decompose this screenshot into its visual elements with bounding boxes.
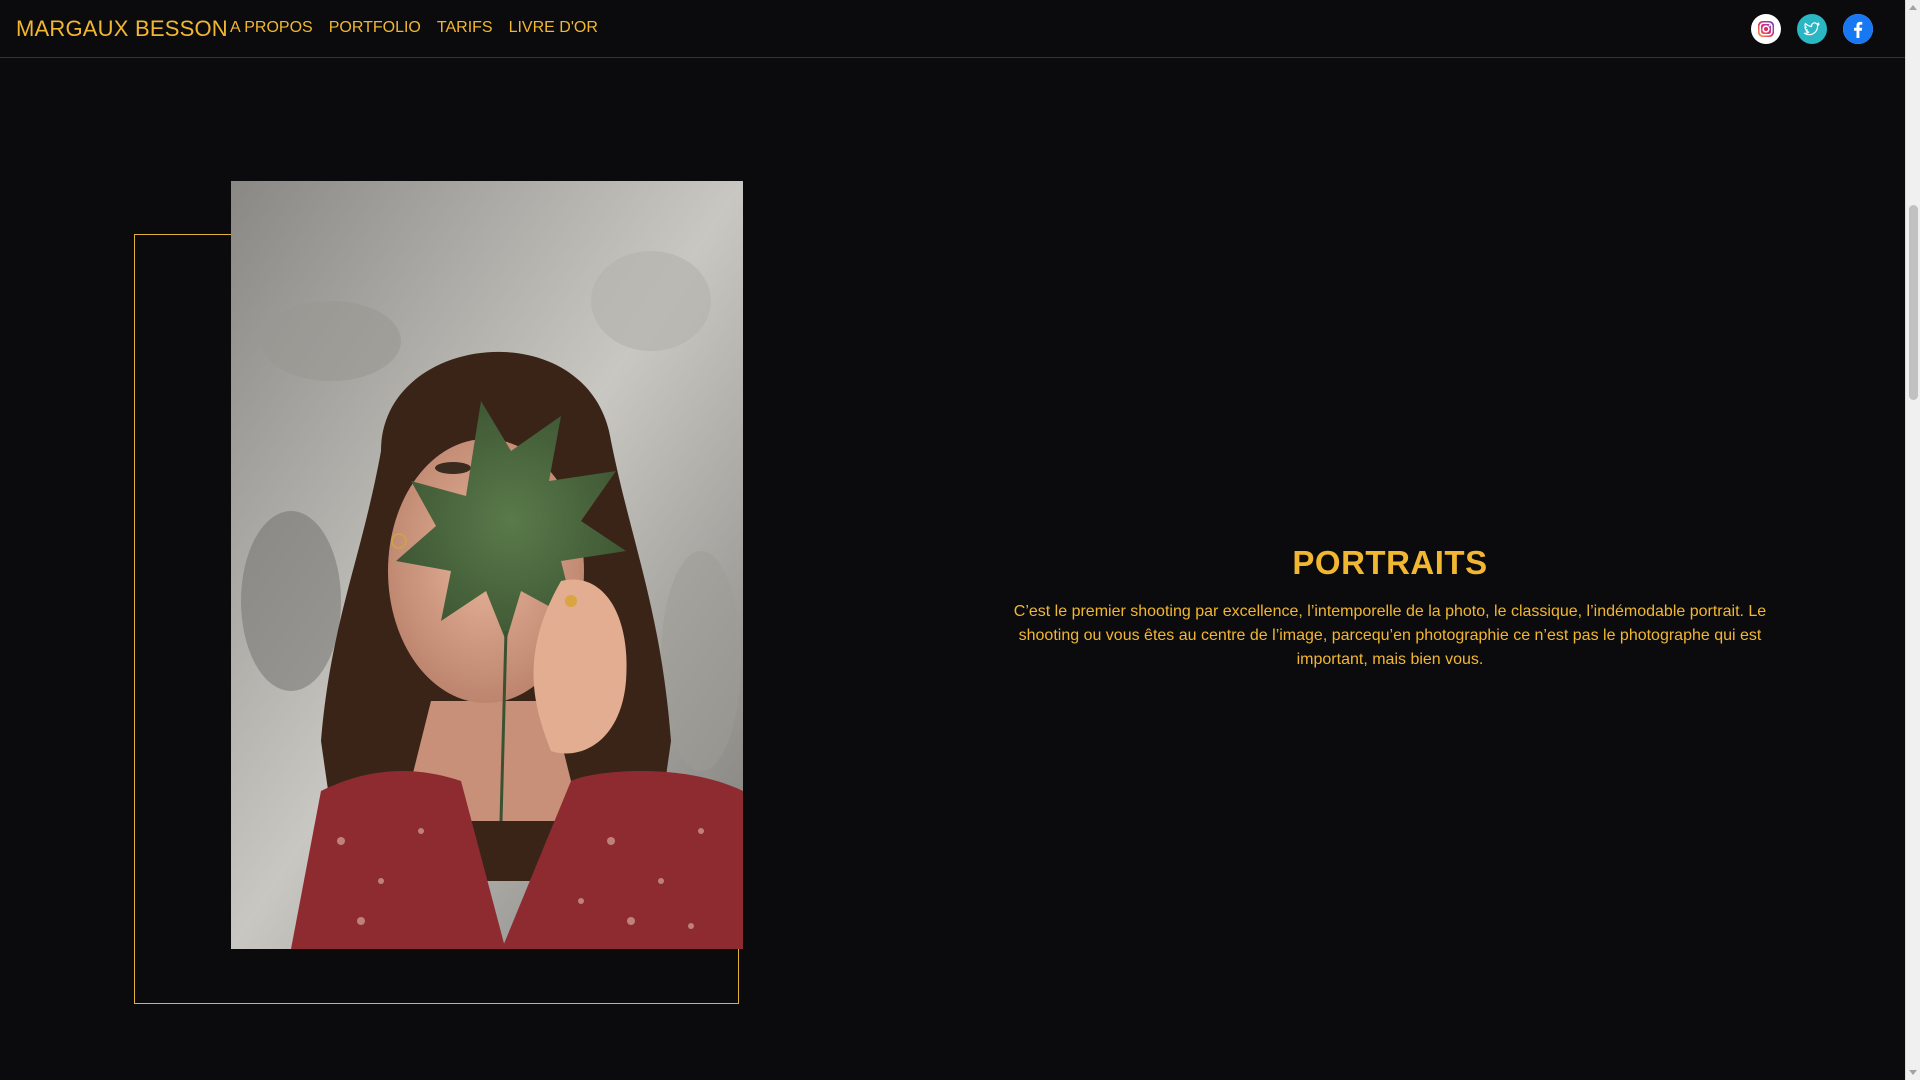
scroll-up-icon[interactable]	[1909, 5, 1917, 10]
scrollbar-thumb[interactable]	[1909, 205, 1918, 400]
main-nav: A PROPOS PORTFOLIO TARIFS LIVRE D'OR	[230, 19, 598, 37]
facebook-icon[interactable]	[1843, 14, 1873, 44]
portrait-photo	[231, 181, 743, 949]
twitter-icon[interactable]	[1797, 14, 1827, 44]
scroll-down-icon[interactable]	[1909, 1070, 1917, 1075]
nav-link-tarifs[interactable]: TARIFS	[437, 19, 493, 37]
navbar: MARGAUX BESSON A PROPOS PORTFOLIO TARIFS…	[0, 0, 1905, 58]
nav-link-livre-dor[interactable]: LIVRE D'OR	[509, 19, 598, 37]
section-title: PORTRAITS	[1292, 544, 1488, 581]
social-links	[1751, 14, 1873, 44]
nav-link-portfolio[interactable]: PORTFOLIO	[329, 19, 421, 37]
vertical-scrollbar[interactable]	[1905, 0, 1920, 1080]
nav-link-a-propos[interactable]: A PROPOS	[230, 19, 313, 37]
page: MARGAUX BESSON A PROPOS PORTFOLIO TARIFS…	[0, 0, 1920, 1080]
instagram-icon[interactable]	[1751, 14, 1781, 44]
section-description: C’est le premier shooting par excellence…	[1013, 603, 1767, 668]
brand-logo-link[interactable]: MARGAUX BESSON	[16, 16, 228, 42]
